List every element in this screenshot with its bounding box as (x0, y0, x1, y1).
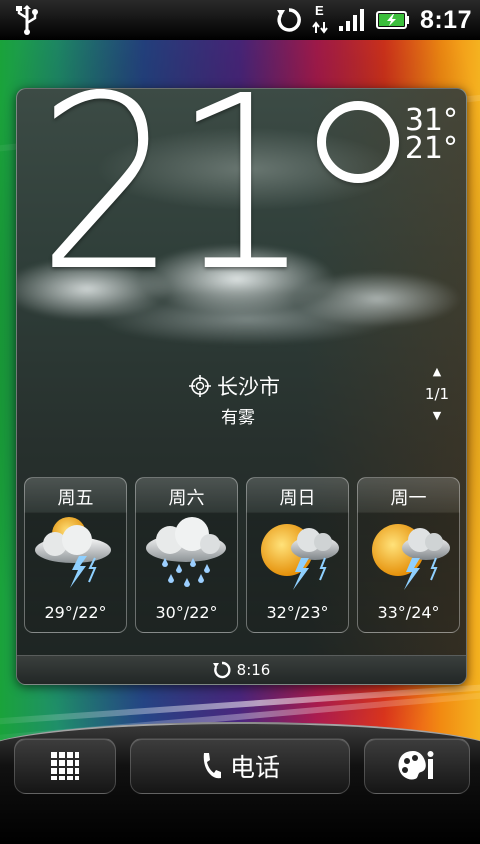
signal-icon (338, 9, 364, 31)
personalize-button[interactable] (364, 738, 470, 794)
all-apps-button[interactable] (14, 738, 116, 794)
rain-cloud-icon (146, 517, 226, 587)
phone-button[interactable]: 电话 (130, 738, 350, 794)
status-bar[interactable]: E 8:17 (0, 0, 480, 40)
forecast-row: 周五 29°/22° 周六 30°/22° 周日 32°/23° 周一 33°/… (24, 477, 460, 633)
last-updated-time: 8:16 (236, 661, 271, 679)
location-block[interactable]: 长沙市 有雾 (189, 371, 280, 428)
forecast-temps: 33°/24° (377, 603, 440, 622)
phone-icon (203, 753, 221, 779)
status-clock: 8:17 (419, 5, 472, 34)
forecast-temps: 29°/22° (44, 603, 107, 622)
pager-down-icon[interactable]: ▼ (422, 407, 452, 425)
forecast-card[interactable]: 周六 30°/22° (135, 477, 238, 633)
phone-label: 电话 (229, 753, 280, 782)
forecast-card[interactable]: 周五 29°/22° (24, 477, 127, 633)
thunderstorm-sun-icon (261, 524, 339, 590)
weather-widget[interactable]: 21 31° 21° 长沙市 有雾 ▲ 1/1 ▼ 周五 29°/22° 周六 … (16, 88, 467, 685)
forecast-day: 周一 (390, 488, 427, 509)
location-crosshair-icon (189, 375, 211, 397)
thunderstorm-sun-icon (35, 517, 111, 588)
forecast-card[interactable]: 周日 32°/23° (246, 477, 349, 633)
app-grid-icon (51, 752, 79, 780)
forecast-temps: 30°/22° (155, 603, 218, 622)
sync-icon (276, 8, 301, 32)
location-pager: ▲ 1/1 ▼ (422, 363, 452, 425)
usb-icon (16, 5, 38, 35)
forecast-day: 周日 (279, 488, 316, 509)
forecast-day: 周五 (57, 488, 94, 509)
current-temperature: 21 (37, 88, 330, 324)
pager-up-icon[interactable]: ▲ (422, 363, 452, 381)
degree-symbol (317, 101, 399, 183)
refresh-bar[interactable]: 8:16 (17, 655, 466, 684)
thunderstorm-sun-icon (372, 524, 450, 590)
refresh-icon (212, 661, 231, 679)
weather-condition: 有雾 (221, 408, 255, 428)
forecast-card[interactable]: 周一 33°/24° (357, 477, 460, 633)
forecast-day: 周六 (168, 488, 205, 509)
forecast-temps: 32°/23° (266, 603, 329, 622)
current-temperature-value: 21 (37, 88, 312, 324)
battery-charging-icon (375, 11, 409, 29)
personalize-icon (398, 751, 434, 780)
low-temp: 21° (404, 131, 458, 166)
page-indicator: 1/1 (424, 385, 450, 403)
data-arrows-icon: E (312, 3, 328, 35)
high-low-temps: 31° 21° (404, 106, 458, 166)
city-name: 长沙市 (217, 375, 280, 399)
